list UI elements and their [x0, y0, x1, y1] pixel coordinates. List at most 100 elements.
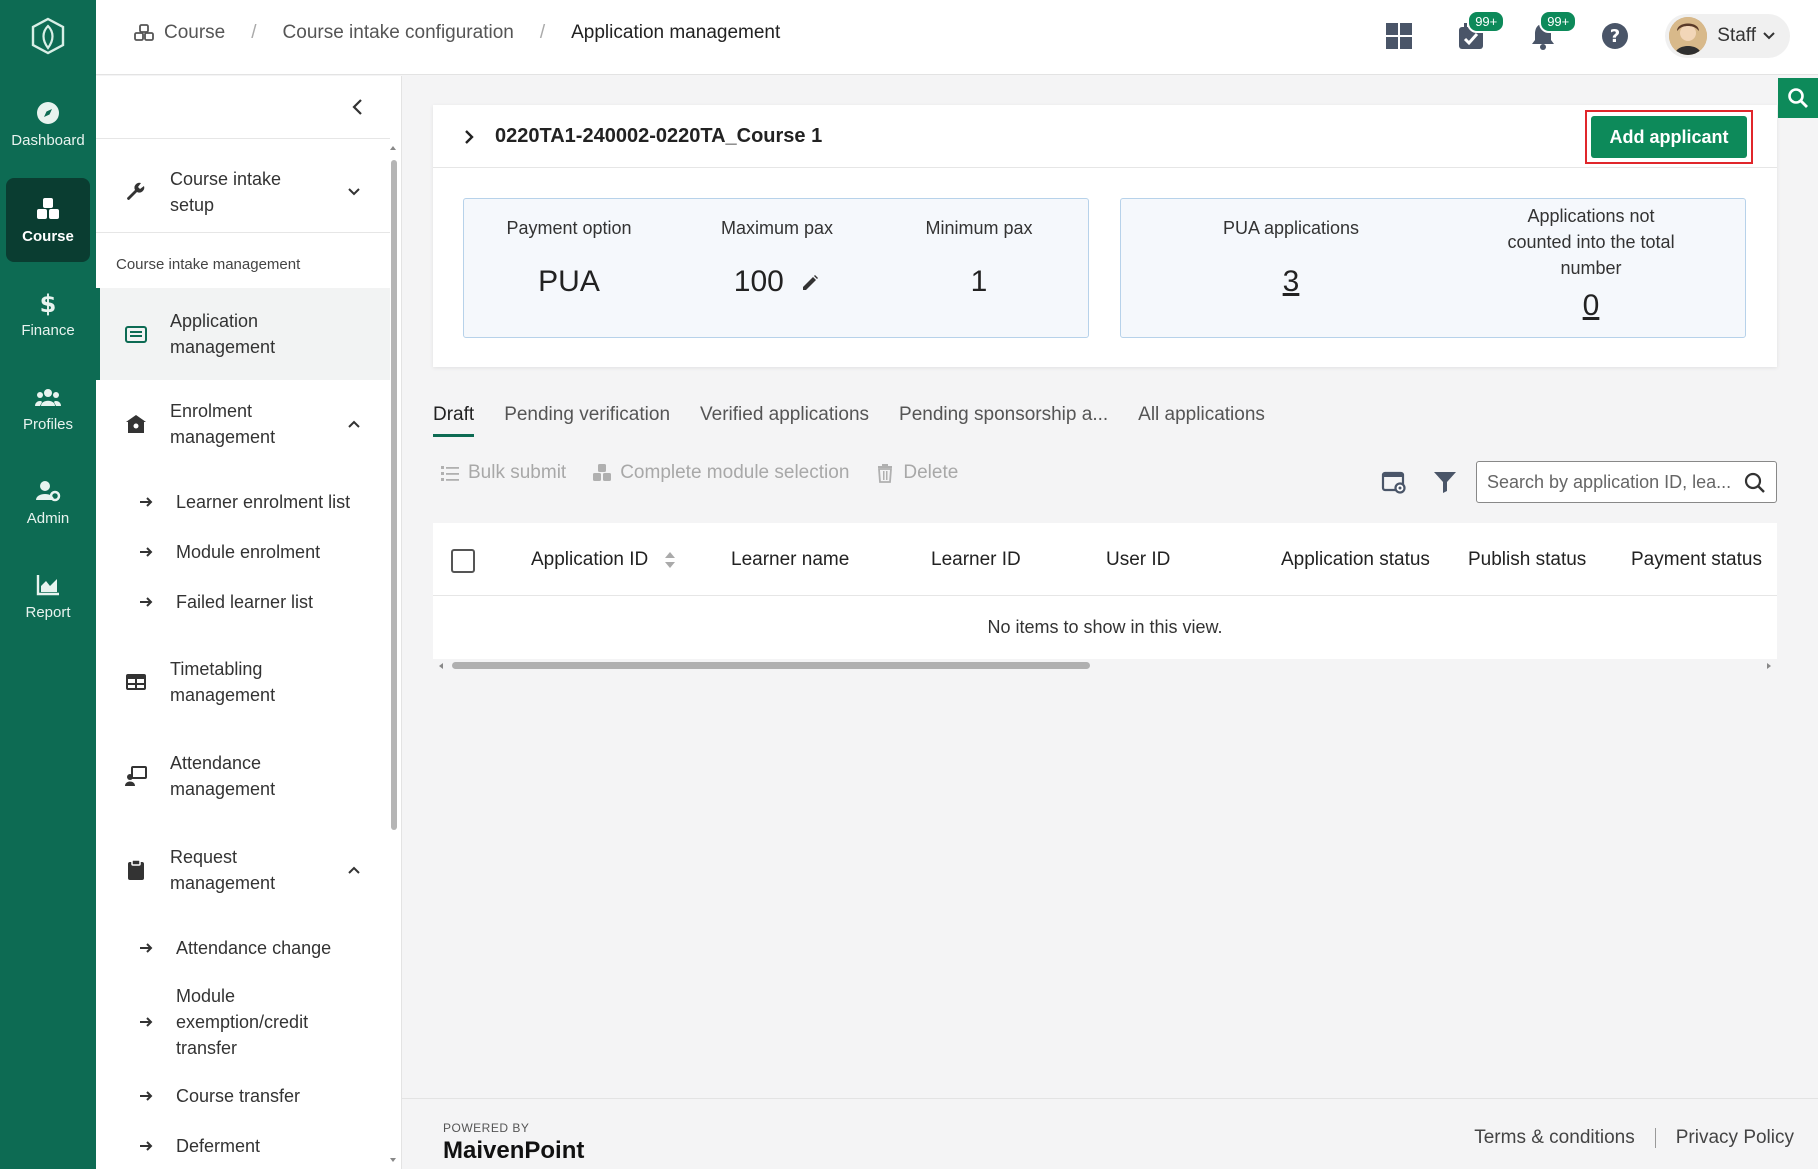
stat-value-row: 100 — [692, 265, 862, 299]
clipboard-icon — [128, 859, 144, 880]
stat-label: Maximum pax — [720, 218, 834, 238]
global-search-button[interactable] — [1778, 78, 1818, 118]
privacy-link[interactable]: Privacy Policy — [1676, 1127, 1794, 1149]
breadcrumb-course[interactable]: Course — [164, 22, 225, 44]
table-scroll-thumb[interactable] — [452, 662, 1090, 669]
column-header-learner-id[interactable]: Learner ID — [931, 549, 1021, 571]
application-tabs: Draft Pending verification Verified appl… — [433, 404, 1295, 437]
column-settings-icon[interactable] — [1381, 469, 1407, 495]
stat-value: 100 — [733, 265, 784, 298]
sidebar-item-application-management[interactable]: Application management — [96, 288, 390, 380]
arrow-right-icon — [140, 1017, 153, 1027]
sidebar-item-timetabling-management[interactable]: Timetabling management — [96, 650, 390, 714]
compass-icon — [37, 101, 59, 124]
rail-item-profiles[interactable]: Profiles — [6, 366, 90, 450]
rail-item-admin[interactable]: Admin — [6, 460, 90, 544]
user-name: Staff — [1717, 25, 1756, 46]
sidebar-item-label: Attendance management — [170, 753, 276, 799]
area-chart-icon — [36, 574, 59, 595]
delete-label: Delete — [903, 462, 959, 483]
card-header: 0220TA1-240002-0220TA_Course 1 Add appli… — [433, 105, 1777, 168]
chevron-up-icon — [348, 420, 360, 428]
breadcrumb-separator: / — [539, 22, 546, 43]
app-launcher-button[interactable] — [1377, 14, 1421, 58]
sidebar-subitem-failed-learner-list[interactable]: Failed learner list — [96, 582, 390, 622]
notifications-button[interactable]: 99+ — [1521, 10, 1578, 58]
breadcrumb-course-intake-configuration[interactable]: Course intake configuration — [283, 22, 514, 44]
sidebar-item-label: Request management — [170, 847, 276, 893]
sidebar-subitem-course-transfer[interactable]: Course transfer — [96, 1076, 390, 1116]
tab-verified-applications[interactable]: Verified applications — [700, 404, 869, 437]
trash-icon — [878, 464, 893, 483]
user-menu[interactable]: Staff — [1665, 14, 1790, 58]
sidebar-item-label: Course intake setup — [170, 169, 282, 215]
column-header-payment-status[interactable]: Payment status — [1631, 549, 1762, 571]
filter-icon[interactable] — [1432, 469, 1458, 495]
tab-pending-verification[interactable]: Pending verification — [504, 404, 670, 437]
column-header-publish-status[interactable]: Publish status — [1468, 549, 1586, 571]
sidebar-section-label: Course intake management — [116, 256, 301, 273]
svg-text:$: $ — [40, 290, 57, 316]
chevron-up-icon — [348, 866, 360, 874]
applications-stats-box: PUA applications 3 Applications not coun… — [1120, 198, 1746, 338]
select-all-checkbox[interactable] — [451, 549, 475, 573]
search-icon[interactable] — [1744, 472, 1766, 494]
user-avatar-icon — [1669, 17, 1708, 55]
column-header-user-id[interactable]: User ID — [1106, 549, 1170, 571]
chevron-down-icon — [348, 188, 360, 196]
sidebar-subitem-label: Learner enrolment list — [176, 492, 351, 512]
complete-module-selection-button[interactable]: Complete module selection — [592, 462, 849, 484]
sidebar-subitem-module-enrolment[interactable]: Module enrolment — [96, 532, 390, 572]
pua-applications-link[interactable]: 3 — [1181, 265, 1401, 299]
sidebar-subitem-deferment[interactable]: Deferment — [96, 1126, 390, 1166]
breadcrumb-separator: / — [251, 22, 257, 43]
top-actions: 99+ 99+ ? Staff — [1349, 10, 1790, 58]
notifications-badge: 99+ — [1539, 10, 1578, 33]
rail-item-course[interactable]: Course — [6, 178, 90, 262]
app-rail: Dashboard Course $ Finance Profiles Admi… — [0, 0, 96, 1169]
bulk-submit-button[interactable]: Bulk submit — [440, 462, 566, 484]
rail-item-report[interactable]: Report — [6, 554, 90, 638]
column-header-application-status[interactable]: Application status — [1281, 549, 1430, 571]
rail-item-label: Course — [22, 227, 74, 245]
tab-all-applications[interactable]: All applications — [1138, 404, 1265, 437]
sidebar-item-label: Application management — [170, 311, 276, 357]
collapse-sidebar-icon[interactable] — [347, 96, 369, 118]
chevron-right-icon[interactable] — [461, 129, 477, 145]
school-icon — [126, 415, 146, 433]
help-button[interactable]: ? — [1593, 14, 1637, 58]
column-header-application-id[interactable]: Application ID — [531, 549, 676, 571]
sidebar-item-request-management[interactable]: Request management — [96, 838, 390, 902]
edit-icon[interactable] — [800, 273, 820, 293]
stat-label: Minimum pax — [925, 218, 1033, 238]
sidebar-scroll-thumb[interactable] — [391, 160, 397, 830]
rail-item-finance[interactable]: $ Finance — [6, 272, 90, 356]
search-icon — [1788, 88, 1808, 108]
rail-item-dashboard[interactable]: Dashboard — [6, 82, 90, 166]
column-header-learner-name[interactable]: Learner name — [731, 549, 849, 571]
add-applicant-button[interactable]: Add applicant — [1591, 116, 1747, 158]
stat-label: Payment option — [506, 218, 632, 238]
app-logo-icon[interactable] — [28, 16, 68, 56]
tab-draft[interactable]: Draft — [433, 404, 475, 437]
sidebar: Course intake setup Course intake manage… — [96, 76, 402, 1169]
sidebar-subitem-label: Module exemption/credit transfer — [176, 986, 309, 1058]
stat-pua-applications: PUA applications 3 — [1181, 215, 1401, 299]
application-search-input[interactable] — [1487, 470, 1737, 494]
tab-pending-sponsorship[interactable]: Pending sponsorship a... — [899, 404, 1108, 437]
tasks-button[interactable]: 99+ — [1449, 10, 1506, 58]
sort-icon[interactable] — [664, 550, 676, 570]
sidebar-item-attendance-management[interactable]: Attendance management — [96, 744, 390, 808]
arrow-right-icon — [140, 597, 153, 607]
terms-link[interactable]: Terms & conditions — [1474, 1127, 1635, 1149]
wrench-icon — [127, 182, 145, 200]
delete-button[interactable]: Delete — [875, 462, 958, 484]
rail-item-label: Admin — [26, 509, 70, 527]
sidebar-item-course-intake-setup[interactable]: Course intake setup — [96, 160, 390, 224]
sidebar-item-enrolment-management[interactable]: Enrolment management — [96, 392, 390, 456]
applications-not-counted-link[interactable]: 0 — [1501, 289, 1681, 323]
sidebar-subitem-module-exemption[interactable]: Module exemption/credit transfer — [96, 980, 390, 1064]
sidebar-subitem-learner-enrolment-list[interactable]: Learner enrolment list — [96, 482, 390, 522]
sidebar-subitem-attendance-change[interactable]: Attendance change — [96, 928, 390, 968]
cubes-icon — [593, 464, 612, 481]
